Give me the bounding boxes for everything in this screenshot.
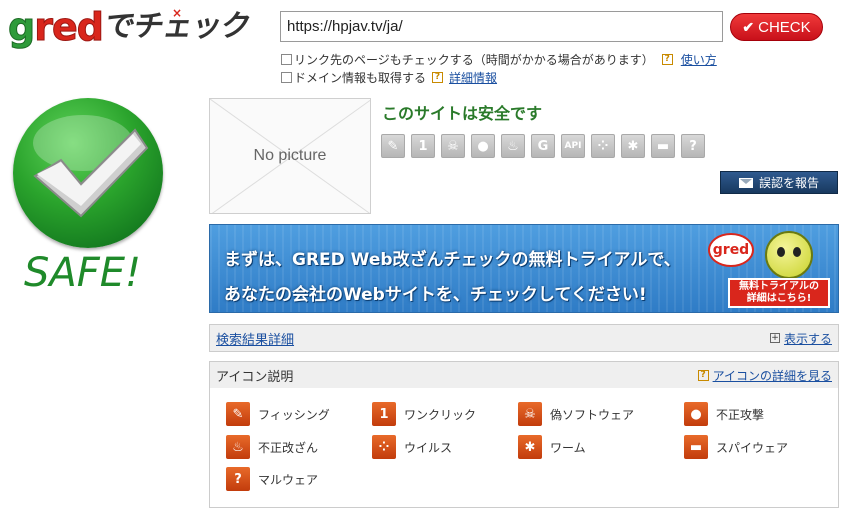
legend-item: 1 ワンクリック (372, 402, 476, 426)
domain-info-checkbox[interactable] (281, 72, 292, 83)
help-icon[interactable]: ? (661, 54, 673, 65)
report-error-label: 誤認を報告 (758, 176, 819, 190)
site-thumbnail: No picture (209, 98, 371, 214)
option-check-links: リンク先のページもチェックする（時間がかかる場合があります） ? 使い方 (281, 51, 717, 68)
fake-software-icon: ☠ (441, 134, 465, 158)
report-error-button[interactable]: 誤認を報告 (720, 171, 838, 194)
legend-item: ? マルウェア (226, 467, 318, 491)
phishing-icon: ✎ (226, 402, 250, 426)
phishing-icon: ✎ (381, 134, 405, 158)
show-results-link[interactable]: 表示する (784, 330, 832, 347)
attack-icon: ● (684, 402, 708, 426)
page: gred でチェック × ✔ CHECK リンク先のページもチェックする（時間が… (0, 0, 849, 516)
logo-r: r (34, 5, 54, 49)
domain-info-label: ドメイン情報も取得する (294, 71, 427, 85)
fake-software-icon: ☠ (518, 402, 542, 426)
expand-icon[interactable]: + (769, 333, 780, 343)
icon-legend-panel: アイコン説明 ? アイコンの詳細を見る ✎ フィッシング 1 ワンクリック ☠ … (209, 361, 839, 508)
g-icon: G (531, 134, 555, 158)
banner-line-2: あなたの会社のWebサイトを、チェックしてください! (224, 285, 647, 305)
malware-icon: ? (681, 134, 705, 158)
check-links-checkbox[interactable] (281, 54, 292, 65)
legend-item: ▬ スパイウェア (684, 435, 788, 459)
mascot-icon (765, 231, 813, 279)
safe-check-icon (13, 98, 163, 248)
checkmark-icon: ✔ (742, 18, 755, 35)
safe-label: SAFE! (24, 250, 142, 296)
legend-item: ● 不正攻撃 (684, 402, 764, 426)
trial-details-button[interactable]: 無料トライアルの 詳細はこちら! (728, 278, 830, 308)
details-link[interactable]: 詳細情報 (449, 69, 497, 86)
check-button-label: CHECK (758, 18, 811, 36)
help-icon[interactable]: ? (432, 72, 444, 83)
search-results-title[interactable]: 検索結果詳細 (216, 329, 294, 348)
spyware-icon: ▬ (651, 134, 675, 158)
no-picture-text: No picture (253, 147, 327, 164)
search-results-panel: 検索結果詳細 + 表示する (209, 324, 839, 352)
legend-item: ⁘ ウイルス (372, 435, 452, 459)
one-click-icon: 1 (411, 134, 435, 158)
legend-item: ♨ 不正改ざん (226, 435, 318, 459)
envelope-icon (738, 177, 753, 188)
gred-logo[interactable]: gred でチェック × (7, 5, 253, 49)
logo-ed: ed (51, 5, 104, 49)
api-icon: API (561, 134, 585, 158)
status-title: このサイトは安全です (382, 104, 543, 123)
legend-item: ✎ フィッシング (226, 402, 330, 426)
legend-item: ✱ ワーム (518, 435, 586, 459)
defacement-icon: ♨ (226, 435, 250, 459)
worm-icon: ✱ (621, 134, 645, 158)
worm-icon: ✱ (518, 435, 542, 459)
one-click-icon: 1 (372, 402, 396, 426)
threat-icon-row: ✎ 1 ☠ ● ♨ G API ⁘ ✱ ▬ ? (381, 134, 705, 158)
check-links-label: リンク先のページもチェックする（時間がかかる場合があります） (294, 53, 654, 67)
logo-g: g (7, 5, 35, 49)
trial-banner[interactable]: まずは、GRED Web改ざんチェックの無料トライアルで、 あなたの会社のWeb… (209, 224, 839, 313)
url-input[interactable] (280, 11, 723, 42)
icon-details-link[interactable]: アイコンの詳細を見る (713, 367, 832, 384)
malware-icon: ? (226, 467, 250, 491)
spyware-icon: ▬ (684, 435, 708, 459)
legend-item: ☠ 偽ソフトウェア (518, 402, 634, 426)
virus-icon: ⁘ (372, 435, 396, 459)
attack-icon: ● (471, 134, 495, 158)
check-button[interactable]: ✔ CHECK (730, 13, 823, 41)
option-domain-info: ドメイン情報も取得する ? 詳細情報 (281, 69, 497, 86)
help-icon[interactable]: ? (697, 369, 709, 381)
icon-legend-title: アイコン説明 (216, 369, 294, 385)
virus-icon: ⁘ (591, 134, 615, 158)
logo-spark-icon: × (172, 6, 183, 20)
usage-link[interactable]: 使い方 (681, 51, 717, 68)
banner-gred-bubble: gred (708, 233, 754, 267)
defacement-icon: ♨ (501, 134, 525, 158)
banner-line-1: まずは、GRED Web改ざんチェックの無料トライアルで、 (224, 250, 681, 270)
